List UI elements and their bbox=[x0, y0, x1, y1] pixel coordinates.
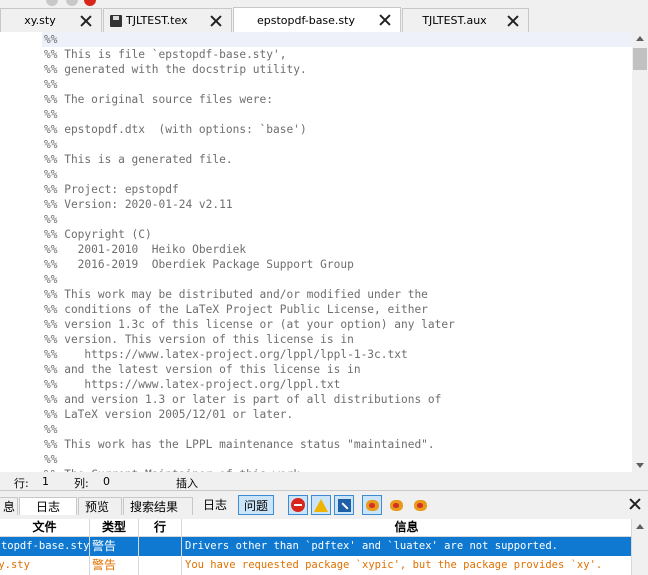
insert-mode: 插入 bbox=[176, 477, 198, 490]
line-gutter bbox=[0, 32, 40, 472]
next-issue-icon bbox=[413, 499, 427, 511]
scroll-down-icon[interactable] bbox=[636, 463, 644, 468]
col-value: 0 bbox=[103, 475, 110, 488]
row-type: 警告 bbox=[90, 537, 139, 556]
code-line[interactable]: %% https://www.latex-project.org/lppl.tx… bbox=[42, 377, 632, 392]
jump-icon bbox=[337, 498, 351, 512]
code-line[interactable]: %% This is a generated file. bbox=[42, 152, 632, 167]
tab-label: xy.sty bbox=[24, 14, 56, 27]
code-line[interactable]: %% Copyright (C) bbox=[42, 227, 632, 242]
tab-label: epstopdf-base.sty bbox=[256, 13, 355, 27]
column-line[interactable]: 行 bbox=[139, 519, 182, 536]
row-line bbox=[139, 556, 182, 575]
code-line[interactable]: %% version 1.3c of this license or (at y… bbox=[42, 317, 632, 332]
code-line[interactable]: %% bbox=[42, 452, 632, 467]
tab-epstopdf-base-sty[interactable]: epstopdf-base.sty bbox=[233, 7, 401, 32]
prev-issue-icon bbox=[389, 499, 403, 511]
row-file: epstopdf-base.sty bbox=[0, 537, 90, 556]
table-header: 文件 类型 行 信息 bbox=[0, 519, 632, 537]
tab-xy-sty[interactable]: xy.sty bbox=[0, 8, 102, 32]
show-errors-button[interactable] bbox=[288, 495, 308, 515]
output-panel: 息 日志 预览 搜索结果 日志 问题 文件 类型 行 信息 epstopdf-b… bbox=[0, 490, 648, 575]
jump-button[interactable] bbox=[334, 495, 354, 515]
close-icon[interactable] bbox=[209, 14, 223, 28]
tab-preview[interactable]: 预览 bbox=[78, 497, 122, 515]
panel-scrollbar[interactable] bbox=[632, 518, 648, 572]
filter-issues-button[interactable]: 问题 bbox=[238, 495, 275, 515]
tab-tjltest-aux[interactable]: TJLTEST.aux bbox=[402, 8, 529, 32]
code-line[interactable]: %% and the latest version of this licens… bbox=[42, 362, 632, 377]
floppy-icon bbox=[110, 14, 122, 27]
row-message: You have requested package `xypic', but … bbox=[182, 556, 632, 575]
row-message: Drivers other than `pdftex' and `luatex'… bbox=[182, 537, 632, 556]
code-line[interactable]: %% Version: 2020-01-24 v2.11 bbox=[42, 197, 632, 212]
prev-issue-button[interactable] bbox=[386, 495, 406, 515]
close-icon[interactable] bbox=[628, 497, 642, 511]
editor-tabbar: xy.sty TJLTEST.tex epstopdf-base.sty TJL… bbox=[0, 6, 648, 33]
code-line[interactable]: %% LaTeX version 2005/12/01 or later. bbox=[42, 407, 632, 422]
code-line[interactable]: %% generated with the docstrip utility. bbox=[42, 62, 632, 77]
code-line[interactable]: %% bbox=[42, 77, 632, 92]
code-line[interactable]: %% version. This version of this license… bbox=[42, 332, 632, 347]
code-line[interactable]: %% https://www.latex-project.org/lppl/lp… bbox=[42, 347, 632, 362]
scroll-up-icon[interactable] bbox=[636, 36, 644, 41]
table-row[interactable]: epstopdf-base.sty 警告 Drivers other than … bbox=[0, 537, 632, 556]
code-line[interactable]: %% bbox=[42, 107, 632, 122]
code-line[interactable]: %% This is file `epstopdf-base.sty', bbox=[42, 47, 632, 62]
line-value: 1 bbox=[42, 475, 49, 488]
tab-log[interactable]: 日志 bbox=[19, 497, 77, 515]
code-line[interactable]: %% Project: epstopdf bbox=[42, 182, 632, 197]
code-line[interactable]: %% bbox=[42, 167, 632, 182]
scroll-up-icon[interactable] bbox=[636, 524, 644, 529]
issues-table: 文件 类型 行 信息 epstopdf-base.sty 警告 Drivers … bbox=[0, 519, 632, 575]
code-line[interactable]: %% bbox=[42, 32, 632, 47]
column-message[interactable]: 信息 bbox=[182, 519, 632, 536]
close-icon[interactable] bbox=[506, 14, 520, 28]
show-warnings-button[interactable] bbox=[311, 495, 331, 515]
code-editor[interactable]: %%%% This is file `epstopdf-base.sty',%%… bbox=[0, 32, 632, 472]
editor-scrollbar[interactable] bbox=[632, 32, 648, 472]
row-line bbox=[139, 537, 182, 556]
error-icon bbox=[291, 498, 305, 512]
col-label: 列: bbox=[74, 477, 89, 490]
warning-icon bbox=[314, 498, 328, 512]
row-type: 警告 bbox=[90, 556, 139, 575]
tab-search-results[interactable]: 搜索结果 bbox=[123, 497, 193, 515]
code-line[interactable]: %% bbox=[42, 272, 632, 287]
code-line[interactable]: %% 2001-2010 Heiko Oberdiek bbox=[42, 242, 632, 257]
column-file[interactable]: 文件 bbox=[0, 519, 90, 536]
code-line[interactable]: %% bbox=[42, 137, 632, 152]
line-label: 行: bbox=[14, 477, 29, 490]
row-file: xy.sty bbox=[0, 556, 90, 575]
close-icon[interactable] bbox=[378, 13, 392, 27]
next-issue-button[interactable] bbox=[410, 495, 430, 515]
code-line[interactable]: %% epstopdf.dtx (with options: `base') bbox=[42, 122, 632, 137]
code-line[interactable]: %% bbox=[42, 212, 632, 227]
tab-label: TJLTEST.tex bbox=[126, 14, 188, 27]
column-type[interactable]: 类型 bbox=[90, 519, 139, 536]
bad-box-button[interactable] bbox=[362, 495, 382, 515]
tab-messages[interactable]: 息 bbox=[0, 497, 18, 515]
tab-tjltest-tex[interactable]: TJLTEST.tex bbox=[103, 8, 232, 32]
filter-log-button[interactable]: 日志 bbox=[198, 495, 232, 515]
code-text[interactable]: %%%% This is file `epstopdf-base.sty',%%… bbox=[42, 32, 632, 472]
scroll-thumb[interactable] bbox=[633, 48, 647, 70]
table-row[interactable]: xy.sty 警告 You have requested package `xy… bbox=[0, 556, 632, 575]
status-bar: 行: 1 列: 0 插入 bbox=[0, 472, 648, 490]
code-line[interactable]: %% bbox=[42, 422, 632, 437]
code-line[interactable]: %% This work has the LPPL maintenance st… bbox=[42, 437, 632, 452]
badbox-icon bbox=[365, 499, 379, 511]
code-line[interactable]: %% and version 1.3 or later is part of a… bbox=[42, 392, 632, 407]
tab-label: TJLTEST.aux bbox=[422, 14, 487, 27]
code-line[interactable]: %% This work may be distributed and/or m… bbox=[42, 287, 632, 302]
code-line[interactable]: %% 2016-2019 Oberdiek Package Support Gr… bbox=[42, 257, 632, 272]
code-line[interactable]: %% conditions of the LaTeX Project Publi… bbox=[42, 302, 632, 317]
close-icon[interactable] bbox=[79, 14, 93, 28]
code-line[interactable]: %% The original source files were: bbox=[42, 92, 632, 107]
